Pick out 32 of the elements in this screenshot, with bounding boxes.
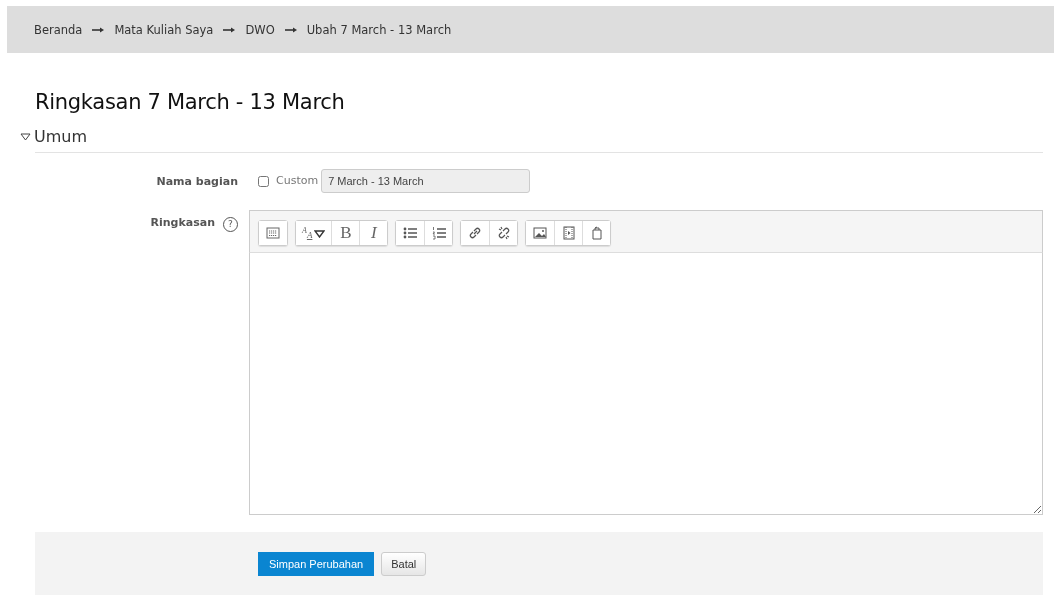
numbered-list-icon: [431, 226, 446, 240]
arrow-icon: [92, 25, 105, 34]
page-heading: Ringkasan 7 March - 13 March: [35, 90, 346, 114]
toolbar-toggle-button[interactable]: [259, 221, 287, 245]
breadcrumb-link[interactable]: Mata Kuliah Saya: [114, 22, 214, 37]
link-button[interactable]: [461, 221, 490, 245]
bold-button[interactable]: B: [331, 221, 360, 245]
breadcrumb-link[interactable]: Ubah 7 March - 13 March: [306, 22, 452, 37]
arrow-icon: [284, 25, 297, 34]
dropdown-icon: [314, 228, 326, 238]
bullet-list-button[interactable]: [396, 221, 425, 245]
field-label: Nama bagian: [156, 175, 238, 188]
breadcrumb-link[interactable]: DWO: [245, 22, 275, 37]
arrow-icon: [223, 25, 236, 34]
numbered-list-button[interactable]: [424, 221, 453, 245]
paste-button[interactable]: [582, 221, 611, 245]
clipboard-icon: [589, 226, 604, 240]
checkbox-label: Custom: [276, 173, 319, 187]
breadcrumb-link[interactable]: Beranda: [34, 22, 83, 37]
section-title[interactable]: Umum: [34, 127, 88, 146]
save-button[interactable]: Simpan Perubahan: [258, 551, 375, 576]
image-icon: [533, 226, 548, 240]
link-icon: [468, 226, 483, 240]
unlink-icon: [496, 226, 511, 240]
film-icon: [561, 226, 576, 240]
bullet-list-icon: [403, 226, 418, 240]
field-label: Ringkasan: [150, 216, 215, 229]
italic-button[interactable]: I: [359, 221, 388, 245]
cancel-button[interactable]: Batal: [381, 551, 427, 576]
image-button[interactable]: [526, 221, 555, 245]
toolbar-toggle-icon: [266, 226, 280, 240]
unlink-button[interactable]: [489, 221, 518, 245]
